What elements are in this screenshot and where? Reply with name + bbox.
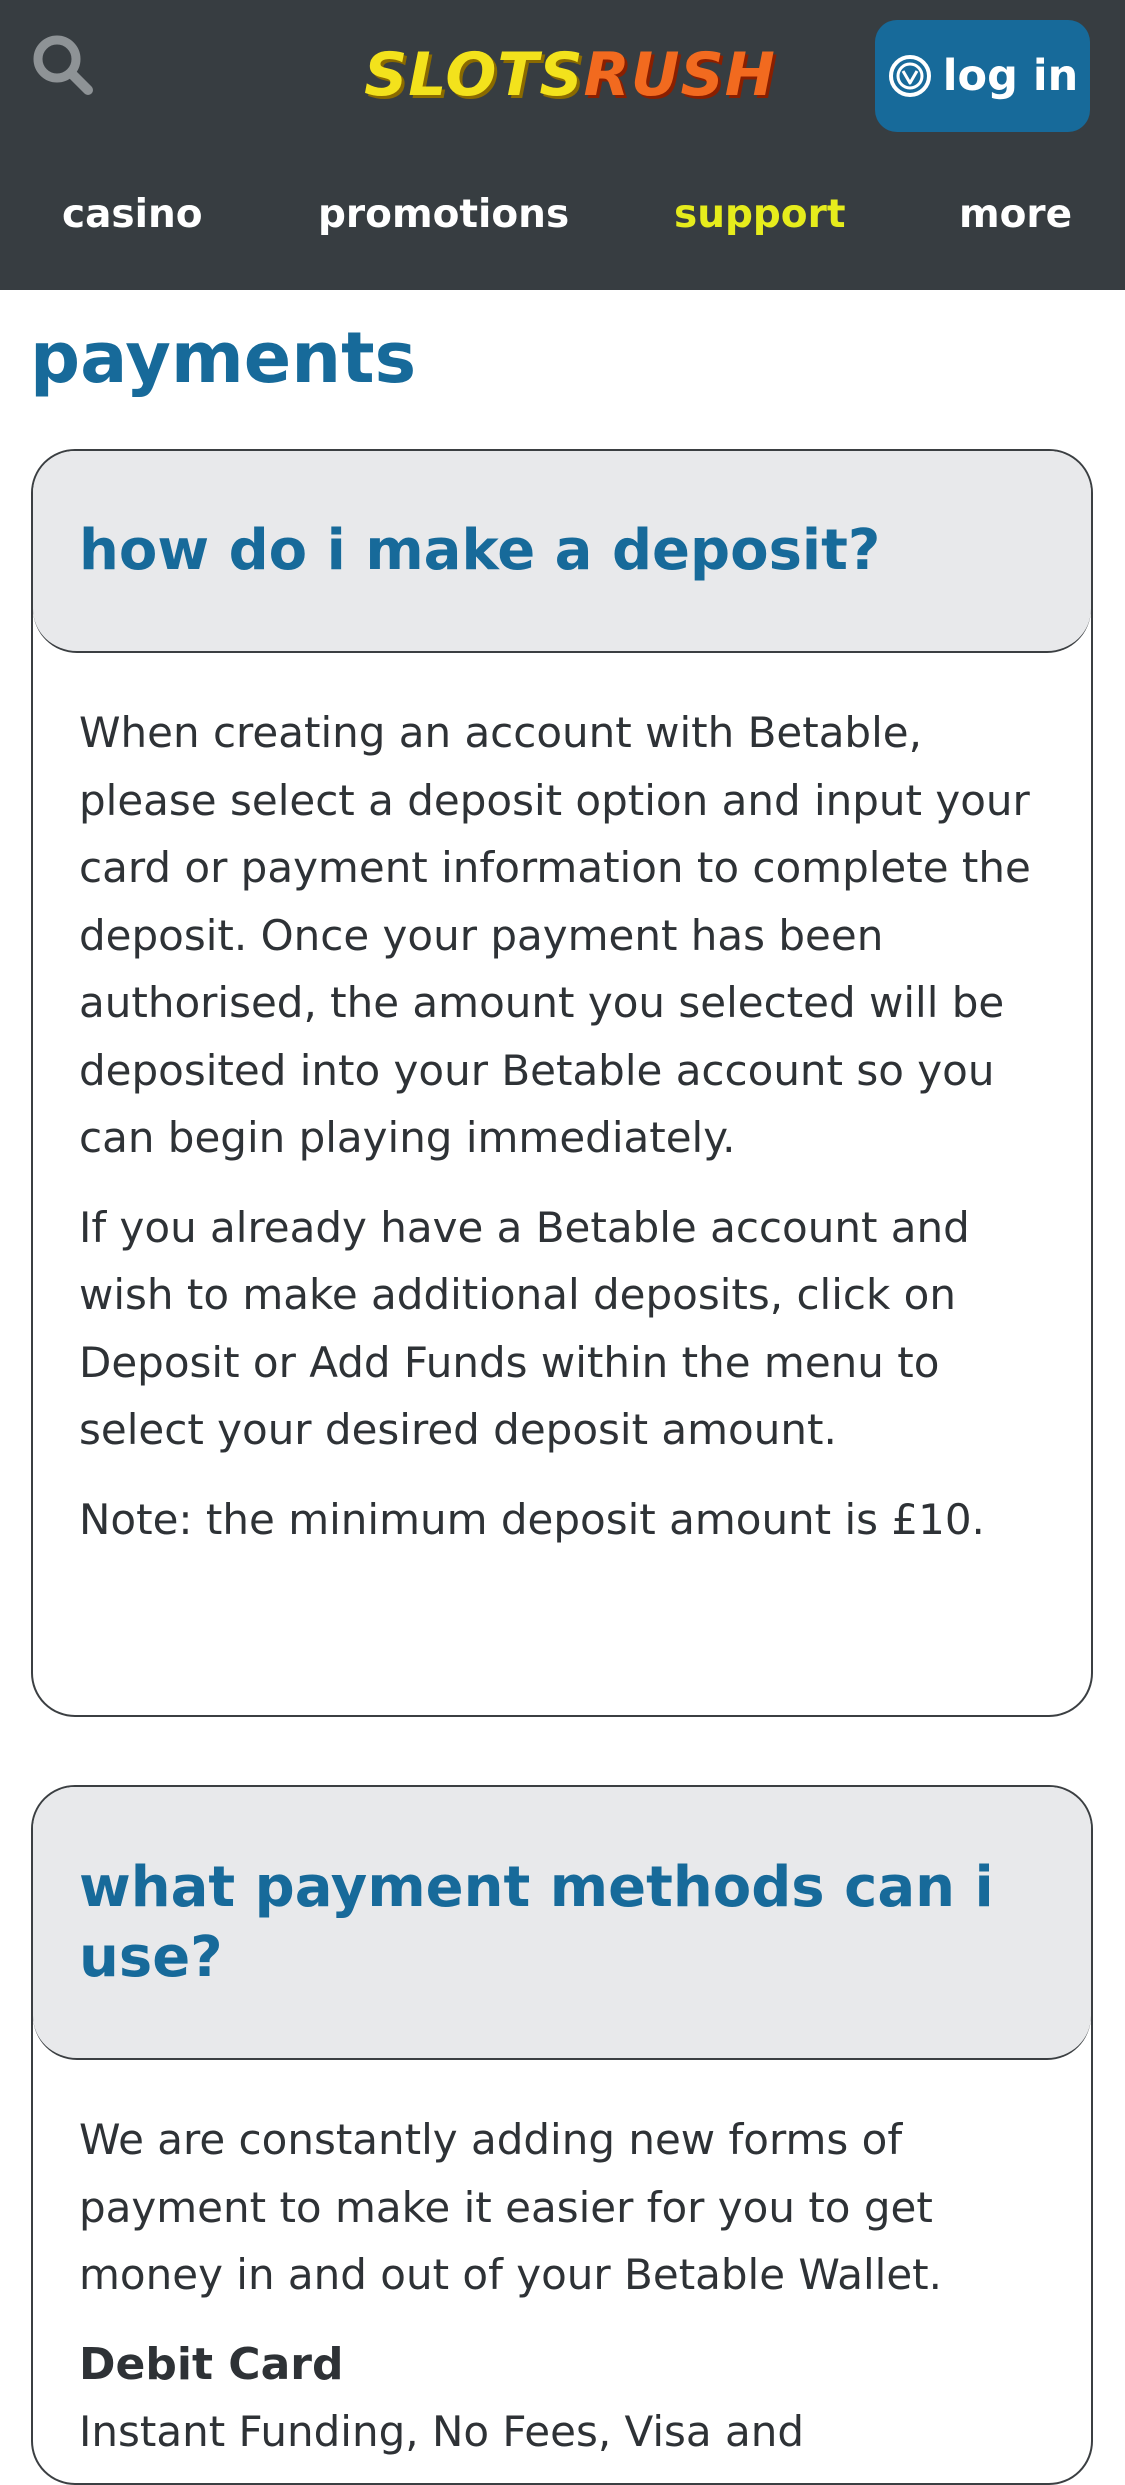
page-title: payments [30,317,417,399]
faq-question: how do i make a deposit? [79,518,881,583]
answer-paragraph: We are constantly adding new forms of pa… [79,2115,942,2299]
search-button[interactable] [28,30,98,100]
answer-paragraph: When creating an account with Betable, p… [79,708,1031,1162]
faq-answer: When creating an account with Betable, p… [33,653,1091,1553]
faq-card-payment-methods: what payment methods can i use? We are c… [31,1785,1093,2485]
logo-text-rush: RUSH [583,40,776,110]
nav-item-more[interactable]: more [959,180,1072,250]
faq-question: what payment methods can i use? [79,1854,994,1990]
nav-item-support[interactable]: support [674,180,845,250]
payment-method-heading: Debit Card [79,2338,344,2390]
logo-text-slots: SLOTS [364,40,584,110]
login-button[interactable]: log in [875,20,1090,132]
login-label: log in [942,51,1079,101]
faq-question-header[interactable]: what payment methods can i use? [33,1787,1091,2060]
answer-paragraph: If you already have a Betable account an… [79,1202,970,1455]
payment-method-description: Instant Funding, No Fees, Visa and [79,2406,804,2456]
faq-card-deposit: how do i make a deposit? When creating a… [31,449,1093,1717]
answer-paragraph: Note: the minimum deposit amount is £10. [79,1494,985,1544]
wheel-icon [888,55,931,97]
site-header: SLOTS RUSH log in casino promotions supp… [0,0,1125,290]
slots-rush-logo[interactable]: SLOTS RUSH [360,40,780,110]
nav-item-casino[interactable]: casino [62,180,203,250]
nav-item-promotions[interactable]: promotions [318,180,569,250]
faq-answer: We are constantly adding new forms of pa… [33,2060,1091,2465]
search-icon [33,35,93,95]
main-nav: casino promotions support more [0,180,1125,250]
faq-question-header[interactable]: how do i make a deposit? [33,451,1091,653]
